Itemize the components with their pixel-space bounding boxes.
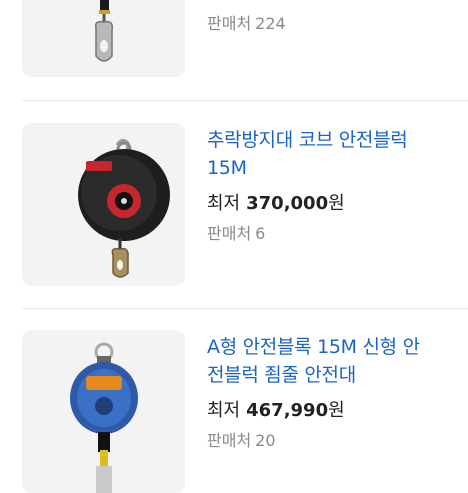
divider xyxy=(22,100,468,101)
product-title-line-2[interactable]: 15M xyxy=(207,154,457,182)
seller-count: 판매처 224 xyxy=(207,10,286,34)
seller-count: 판매처 20 xyxy=(207,427,276,451)
price-unit: 원 xyxy=(328,193,345,214)
sellers-count: 224 xyxy=(255,14,286,33)
seller-count: 판매처 6 xyxy=(207,220,265,244)
product-title-line-1[interactable]: 추락방지대 코브 안전블럭 xyxy=(207,126,457,154)
product-title[interactable]: A형 안전블록 15M 신형 안 전블럭 죔줄 안전대 xyxy=(207,333,457,389)
price-label: 최저 xyxy=(207,400,241,421)
product-title-line-2[interactable]: 전블럭 죔줄 안전대 xyxy=(207,361,457,389)
price-amount: 370,000 xyxy=(246,193,329,214)
product-thumbnail[interactable] xyxy=(22,330,185,493)
product-item-2[interactable]: 추락방지대 코브 안전블럭 15M 최저 370,000원 판매처 6 xyxy=(0,123,468,288)
price-label: 최저 xyxy=(207,193,241,214)
hook-lanyard-icon xyxy=(94,0,114,62)
product-thumbnail[interactable] xyxy=(22,0,185,77)
product-item-3[interactable]: A형 안전블록 15M 신형 안 전블럭 죔줄 안전대 최저 467,990원 판… xyxy=(0,330,468,493)
sellers-count: 6 xyxy=(255,224,266,243)
sellers-count: 20 xyxy=(255,431,276,450)
product-title-line-1[interactable]: A형 안전블록 15M 신형 안 xyxy=(207,333,457,361)
product-thumbnail[interactable] xyxy=(22,123,185,286)
sellers-label: 판매처 xyxy=(207,431,252,450)
sellers-label: 판매처 xyxy=(207,14,252,33)
fall-arrester-black-icon xyxy=(78,138,170,278)
lowest-price: 최저 467,990원 xyxy=(207,396,345,422)
product-item-1[interactable]: 판매처 224 xyxy=(0,0,468,100)
price-unit: 원 xyxy=(328,400,345,421)
price-amount: 467,990 xyxy=(246,400,329,421)
lowest-price: 최저 370,000원 xyxy=(207,189,345,215)
sellers-label: 판매처 xyxy=(207,224,252,243)
product-title[interactable]: 추락방지대 코브 안전블럭 15M xyxy=(207,126,457,182)
fall-arrester-blue-icon xyxy=(70,342,138,493)
divider xyxy=(22,308,468,309)
